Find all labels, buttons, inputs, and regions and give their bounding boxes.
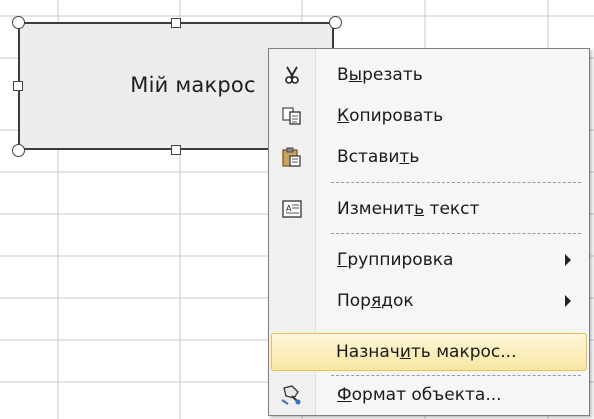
menu-item-edit-text-label: Изменить текст [337,199,480,219]
menu-item-cut[interactable]: Вырезать [271,56,587,94]
menu-item-copy[interactable]: Копировать [271,97,587,135]
menu-item-assign-macro-label: Назначить макрос... [336,342,517,362]
menu-item-assign-macro[interactable]: Назначить макрос... [271,333,587,371]
menu-item-copy-label: Копировать [337,106,444,126]
menu-item-cut-label: Вырезать [337,65,423,85]
menu-item-edit-text[interactable]: A Изменить текст [271,190,587,228]
menu-separator [331,233,581,234]
resize-handle-top[interactable] [171,18,181,28]
resize-handle-top-left[interactable] [12,16,25,29]
paste-icon [280,146,304,168]
scissors-icon [280,64,304,86]
resize-handle-left[interactable] [13,81,23,91]
menu-item-grouping[interactable]: Группировка [271,241,587,279]
copy-icon [280,105,304,127]
submenu-arrow-icon [565,254,571,266]
menu-separator [331,182,581,183]
submenu-arrow-icon [565,295,571,307]
macro-button-label: Мій макрос [130,73,256,97]
menu-item-format-object-label: Формат объекта... [337,385,502,405]
resize-handle-bottom[interactable] [171,145,181,155]
resize-handle-bottom-left[interactable] [12,144,25,157]
resize-handle-top-right[interactable] [329,16,342,29]
menu-item-order[interactable]: Порядок [271,282,587,320]
menu-item-order-label: Порядок [337,291,414,311]
context-menu: Вырезать Копировать Вставить A Изменить … [268,48,590,416]
menu-item-format-object[interactable]: Формат объекта... [271,376,587,414]
menu-item-paste[interactable]: Вставить [271,138,587,176]
edit-text-icon: A [280,198,304,220]
format-object-icon [280,384,304,406]
svg-text:A: A [286,204,292,213]
menu-item-grouping-label: Группировка [337,250,454,270]
menu-item-paste-label: Вставить [337,147,420,167]
